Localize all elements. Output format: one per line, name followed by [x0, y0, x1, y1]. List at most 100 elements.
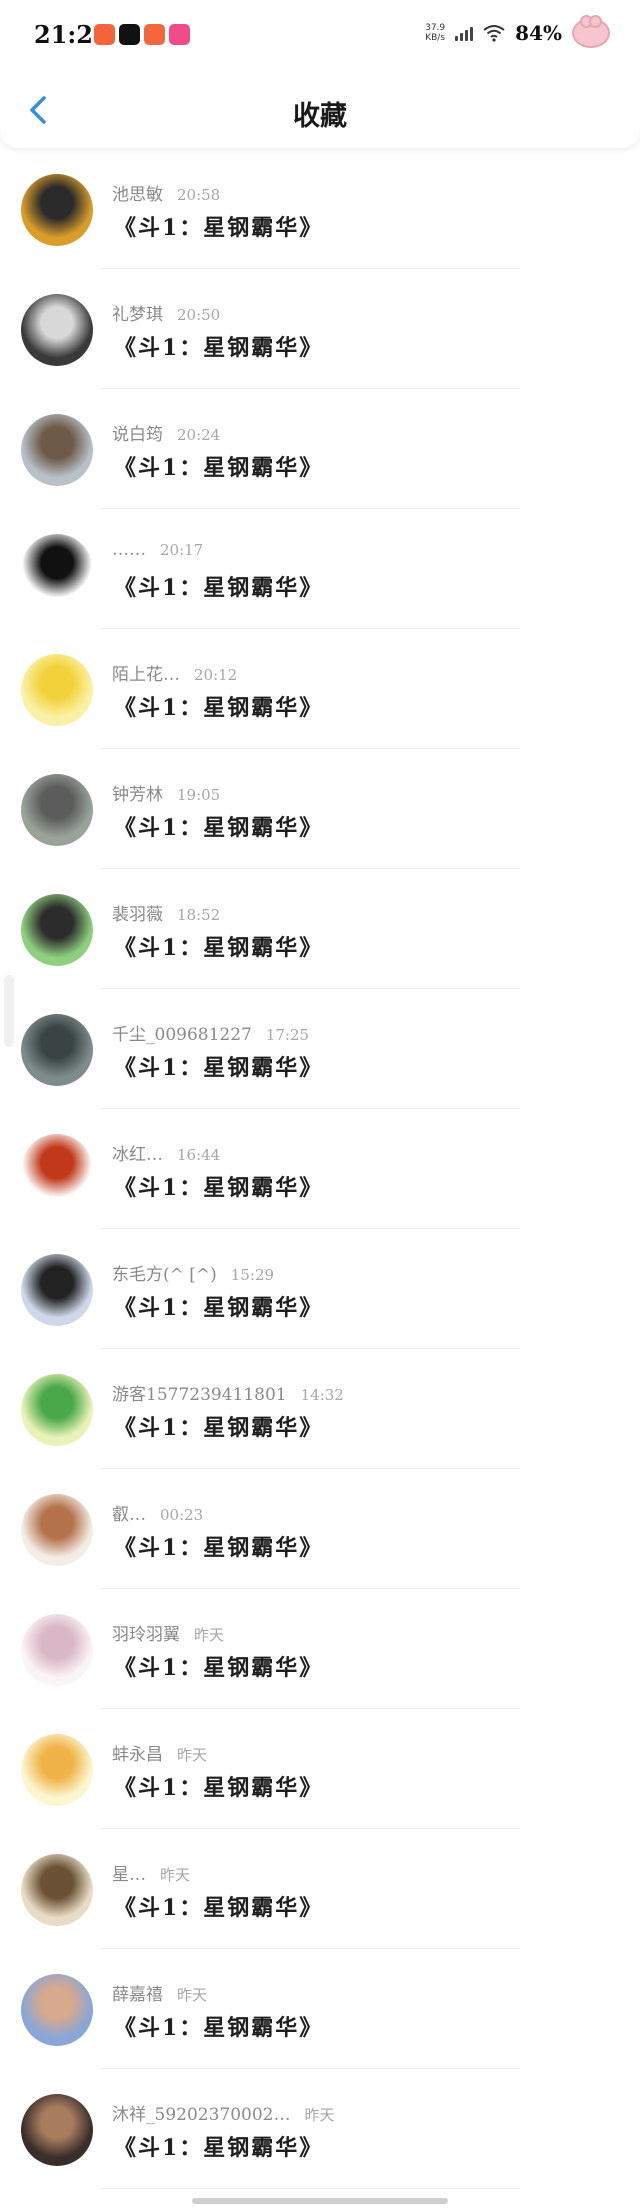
favorites-list: 池思敏 20:58 《斗1：星钢霸华》 礼梦琪 20:50 《斗1：星钢霸华》 说白筠 20:… [0, 160, 640, 2200]
divider [100, 748, 520, 749]
item-time: 昨天 [177, 1986, 208, 2004]
divider [100, 1588, 520, 1589]
avatar[interactable] [21, 1254, 93, 1326]
item-meta: 裴羽薇 18:52 [112, 900, 220, 925]
avatar[interactable] [21, 2094, 93, 2166]
user-name: 裴羽薇 [112, 905, 163, 925]
user-name: 叡… [112, 1505, 146, 1525]
list-item[interactable]: 钟芳林 19:05 《斗1：星钢霸华》 [0, 760, 640, 880]
item-title: 《斗1：星钢霸华》 [114, 575, 324, 601]
avatar[interactable] [21, 1014, 93, 1086]
list-item[interactable]: 羽玲羽翼 昨天《斗1：星钢霸华》 [0, 1600, 640, 1720]
item-time: 昨天 [194, 1626, 225, 1644]
item-time: 14:32 [300, 1386, 344, 1404]
list-item[interactable]: 薛嘉禧 昨天《斗1：星钢霸华》 [0, 1960, 640, 2080]
user-name: 游客1577239411801 [112, 1385, 287, 1405]
list-item[interactable]: 说白筠 20:24 《斗1：星钢霸华》 [0, 400, 640, 520]
list-item[interactable]: 千尘_009681227 17:25 《斗1：星钢霸华》 [0, 1000, 640, 1120]
list-item[interactable]: 冰红… 16:44 《斗1：星钢霸华》 [0, 1120, 640, 1240]
avatar[interactable] [21, 414, 93, 486]
item-meta: 钟芳林 19:05 [112, 780, 220, 805]
list-item[interactable]: 叡… 00:23 《斗1：星钢霸华》 [0, 1480, 640, 1600]
avatar[interactable] [21, 774, 93, 846]
item-title: 《斗1：星钢霸华》 [114, 1655, 324, 1681]
item-meta: 陌上花… 20:12 [112, 660, 237, 685]
list-item[interactable]: 沐祥_59202370002… 昨天 《斗1：星钢霸华》 [0, 2080, 640, 2200]
item-title: 《斗1：星钢霸华》 [114, 1775, 324, 1801]
avatar[interactable] [21, 1854, 93, 1926]
item-time: 16:44 [177, 1146, 221, 1164]
list-item[interactable]: 星… 昨天 《斗1：星钢霸华》 [0, 1840, 640, 1960]
avatar[interactable] [21, 1734, 93, 1806]
item-title: 《斗1：星钢霸华》 [114, 1895, 324, 1921]
nav-bar: 收藏 [0, 72, 640, 148]
divider [100, 1708, 520, 1709]
item-title: 《斗1：星钢霸华》 [114, 215, 324, 241]
item-title: 《斗1：星钢霸华》 [114, 815, 324, 841]
item-time: 18:52 [177, 906, 221, 924]
app-icon-3 [144, 24, 165, 45]
user-name: 礼梦琪 [112, 305, 163, 325]
avatar[interactable] [21, 294, 93, 366]
item-time: 20:50 [177, 306, 221, 324]
divider [100, 1828, 520, 1829]
user-name: …… [112, 540, 146, 560]
avatar[interactable] [21, 1494, 93, 1566]
list-item[interactable]: 礼梦琪 20:50 《斗1：星钢霸华》 [0, 280, 640, 400]
list-item[interactable]: 游客1577239411801 14:32 《斗1：星钢霸华》 [0, 1360, 640, 1480]
user-name: 钟芳林 [112, 785, 163, 805]
avatar[interactable] [21, 654, 93, 726]
paw-icon [572, 15, 610, 48]
user-name: 东毛方(^ [^) [112, 1265, 217, 1285]
avatar[interactable] [21, 1614, 93, 1686]
user-name: 薛嘉禧 [112, 1985, 163, 2005]
user-name: 冰红… [112, 1145, 163, 1165]
item-meta: 沐祥_59202370002… 昨天 [112, 2100, 335, 2125]
item-meta: 东毛方(^ [^) 15:29 [112, 1260, 274, 1285]
item-time: 19:05 [177, 786, 221, 804]
avatar[interactable] [21, 534, 93, 606]
app-icon-1 [94, 24, 115, 45]
avatar[interactable] [21, 1974, 93, 2046]
app-icon-4 [169, 24, 190, 45]
avatar[interactable] [21, 174, 93, 246]
avatar[interactable] [21, 1374, 93, 1446]
user-name: 说白筠 [112, 425, 163, 445]
divider [100, 508, 520, 509]
wifi-icon [483, 25, 505, 42]
divider [100, 388, 520, 389]
home-indicator[interactable] [192, 2198, 448, 2204]
item-time: 20:17 [160, 541, 204, 559]
avatar[interactable] [21, 1134, 93, 1206]
status-app-icons [94, 24, 190, 45]
page-title: 收藏 [293, 101, 347, 132]
item-time: 昨天 [160, 1866, 191, 1884]
item-meta: 千尘_009681227 17:25 [112, 1020, 309, 1045]
divider [100, 1948, 520, 1949]
list-item[interactable]: 东毛方(^ [^) 15:29 《斗1：星钢霸华》 [0, 1240, 640, 1360]
status-right: 37.9 KB/s 84% [425, 15, 610, 48]
item-title: 《斗1：星钢霸华》 [114, 1535, 324, 1561]
list-item[interactable]: 蚌永昌 昨天 《斗1：星钢霸华》 [0, 1720, 640, 1840]
item-time: 15:29 [230, 1266, 275, 1284]
item-title: 《斗1：星钢霸华》 [114, 2015, 324, 2041]
item-title: 《斗1：星钢霸华》 [114, 1055, 324, 1081]
avatar[interactable] [21, 894, 93, 966]
item-meta: 池思敏 20:58 [112, 180, 220, 205]
user-name: 池思敏 [112, 185, 163, 205]
list-item[interactable]: 陌上花… 20:12 《斗1：星钢霸华》 [0, 640, 640, 760]
list-item[interactable]: 池思敏 20:58 《斗1：星钢霸华》 [0, 160, 640, 280]
divider [100, 1108, 520, 1109]
item-meta: 羽玲羽翼 昨天 [112, 1620, 224, 1645]
item-title: 《斗1：星钢霸华》 [114, 335, 324, 361]
list-item[interactable]: …… 20:17 《斗1：星钢霸华》 [0, 520, 640, 640]
list-item[interactable]: 裴羽薇 18:52 《斗1：星钢霸华》 [0, 880, 640, 1000]
item-time: 昨天 [304, 2106, 335, 2124]
item-time: 17:25 [265, 1026, 310, 1044]
item-meta: …… 20:17 [112, 540, 203, 560]
status-bar: 21:23 37.9 KB/s 84% [0, 0, 640, 72]
divider [100, 2188, 520, 2189]
item-time: 20:12 [194, 666, 238, 684]
network-speed: 37.9 KB/s [425, 23, 445, 43]
tiktok-icon [119, 24, 140, 45]
